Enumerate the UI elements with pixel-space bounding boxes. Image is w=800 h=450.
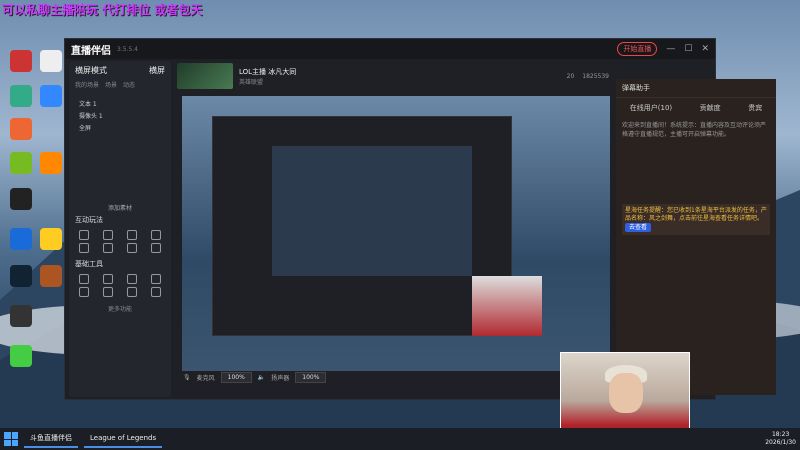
more-functions-link[interactable]: 更多功能 <box>69 304 171 313</box>
tool-item[interactable] <box>97 230 119 241</box>
interactive-grid <box>69 228 171 256</box>
taskbar-item-label: League of Legends <box>90 434 157 442</box>
taskbar-clock[interactable]: 18:23 2026/1/30 <box>765 431 796 447</box>
tool-item[interactable] <box>97 287 119 298</box>
app-version: 3.5.5.4 <box>117 45 138 53</box>
scene-item[interactable]: 全屏 <box>69 121 171 133</box>
tool-item[interactable] <box>121 230 143 241</box>
tab-vip[interactable]: 贵宾 <box>748 103 762 113</box>
tool-item[interactable] <box>97 243 119 254</box>
tool-item[interactable] <box>145 230 167 241</box>
minimize-icon[interactable]: — <box>666 44 675 54</box>
clock-time: 18:23 <box>771 431 790 439</box>
mic-volume[interactable]: 100% <box>220 371 252 383</box>
scene-item[interactable]: 文本 1 <box>69 97 171 109</box>
webcam-face <box>609 373 643 413</box>
tool-item[interactable] <box>73 230 95 241</box>
tab-contribution[interactable]: 贡献度 <box>700 103 721 113</box>
stream-info-bar: LOL主播 冰凡大同 英雄联盟 20 1825539 <box>173 61 613 91</box>
tool-item[interactable] <box>145 287 167 298</box>
tool-item[interactable] <box>73 287 95 298</box>
start-button[interactable] <box>4 432 18 446</box>
view-task-button[interactable]: 去查看 <box>625 222 652 232</box>
start-live-button[interactable]: 开始直播 <box>617 42 658 56</box>
close-icon[interactable]: ✕ <box>701 44 709 54</box>
title-bar: 直播伴侣 3.5.5.4 开始直播 — ☐ ✕ <box>65 39 715 59</box>
tool-item[interactable] <box>145 243 167 254</box>
task-reminder-text: 星海任务提醒：您已收到1条星海平台派发的任务，产品名称：风之剑舞，点击前往星海查… <box>625 207 767 223</box>
tab-scene[interactable]: 场景 <box>105 80 117 89</box>
tab-online-users[interactable]: 在线用户(10) <box>630 103 672 113</box>
clock-date: 2026/1/30 <box>765 439 796 446</box>
add-source-button[interactable]: 添加素材 <box>69 203 171 212</box>
basic-tools-title: 基础工具 <box>75 260 103 268</box>
danmaku-panel-title: 弹幕助手 <box>616 79 776 98</box>
speaker-label: 扬声器 <box>271 374 290 382</box>
taskbar-item-douyu[interactable]: 斗鱼直播伴侣 <box>24 430 78 448</box>
tool-item[interactable] <box>73 243 95 254</box>
live-companion-window: 直播伴侣 3.5.5.4 开始直播 — ☐ ✕ 横屏模式 横屏 我的场景 场景 动… <box>64 38 776 400</box>
maximize-icon[interactable]: ☐ <box>684 44 692 54</box>
overlay-text: 可以私聊主播陪玩 代打排位 或者包天 <box>2 3 203 17</box>
stream-preview[interactable] <box>182 96 610 371</box>
stream-category[interactable]: 英雄联盟 <box>239 77 296 86</box>
tool-item[interactable] <box>121 243 143 254</box>
task-reminder-card: 星海任务提醒：您已收到1条星海平台派发的任务，产品名称：风之剑舞，点击前往星海查… <box>622 204 770 236</box>
basic-tools-grid <box>69 272 171 300</box>
stream-cover-image[interactable] <box>177 63 233 89</box>
desktop-icon[interactable] <box>2 305 40 328</box>
sidebar: 横屏模式 横屏 我的场景 场景 动态 文本 1 摄像头 1 全屏 添加素材 互动玩… <box>69 61 171 397</box>
desktop-icon[interactable] <box>2 188 40 211</box>
follower-count: 20 <box>566 72 575 80</box>
speaker-volume[interactable]: 100% <box>295 371 327 383</box>
app-logo: 直播伴侣 <box>71 45 111 57</box>
desktop-icon[interactable] <box>2 345 40 368</box>
tool-item[interactable] <box>97 274 119 285</box>
taskbar-item-label: 斗鱼直播伴侣 <box>30 434 72 442</box>
mode-suffix: 横屏 <box>149 66 165 75</box>
taskbar-item-lol[interactable]: League of Legends <box>84 430 163 448</box>
speaker-icon[interactable]: 🔈 <box>258 374 265 381</box>
tab-my-scene[interactable]: 我的场景 <box>75 80 99 89</box>
interactive-section-title: 互动玩法 <box>75 216 103 224</box>
audio-controls: 🎙 麦克风 100% 🔈 扬声器 100% ⚙ <box>173 357 613 397</box>
danmaku-panel: 弹幕助手 在线用户(10) 贡献度 贵宾 欢迎来到直播间！系统提示：直播内容及互… <box>616 79 776 395</box>
system-message: 欢迎来到直播间！系统提示：直播内容及互动评论须严格遵守直播规范，主播可开启弹幕功… <box>622 122 767 138</box>
tool-item[interactable] <box>121 274 143 285</box>
tool-item[interactable] <box>145 274 167 285</box>
mode-selector[interactable]: 横屏模式 <box>75 65 107 76</box>
mic-label: 麦克风 <box>196 374 215 382</box>
stream-title[interactable]: LOL主播 冰凡大同 <box>239 67 296 77</box>
tool-item[interactable] <box>73 274 95 285</box>
desktop-icon[interactable] <box>2 118 40 141</box>
tool-item[interactable] <box>121 287 143 298</box>
tab-dynamic[interactable]: 动态 <box>123 80 135 89</box>
mic-icon[interactable]: 🎙 <box>183 374 191 381</box>
viewer-count: 1825539 <box>582 72 609 80</box>
scene-item[interactable]: 摄像头 1 <box>69 109 171 121</box>
windows-taskbar: 斗鱼直播伴侣 League of Legends 18:23 2026/1/30 <box>0 428 800 450</box>
